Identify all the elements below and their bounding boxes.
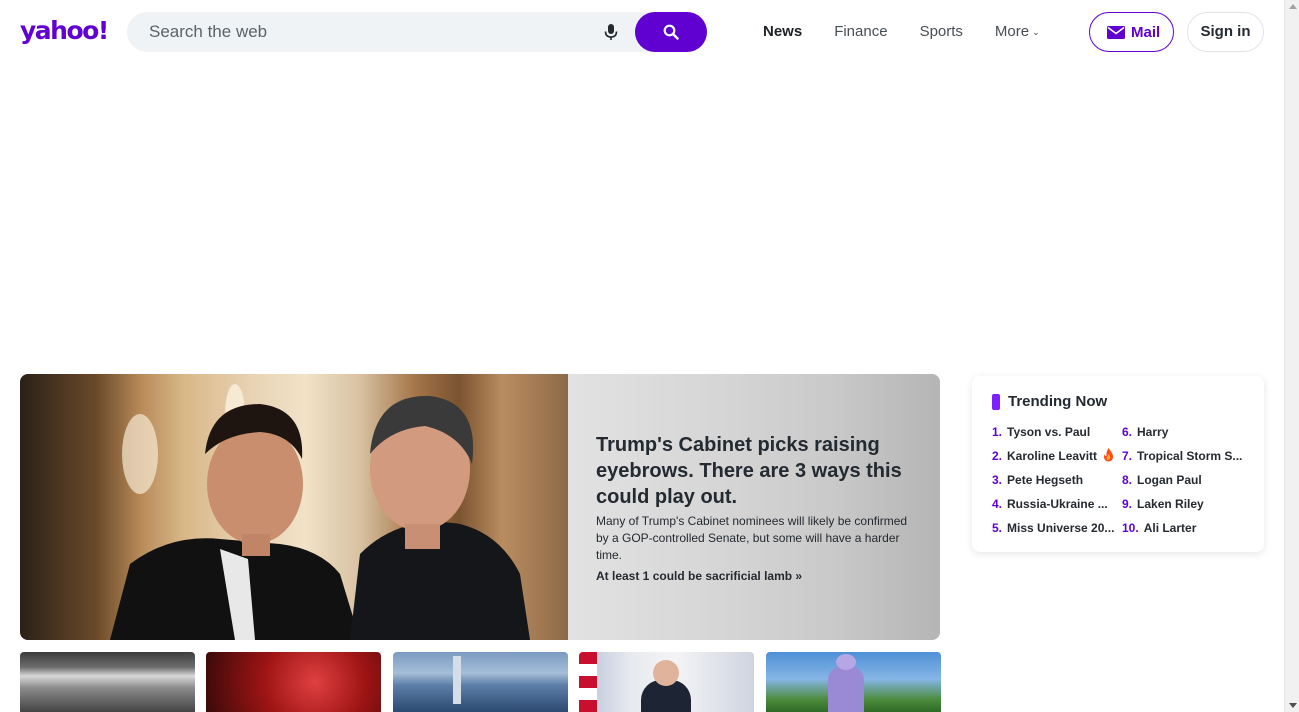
search-box bbox=[127, 12, 707, 52]
trending-label: Karoline Leavitt bbox=[1007, 449, 1098, 463]
trending-item[interactable]: 7. Tropical Storm S... bbox=[1122, 448, 1252, 464]
trending-rank: 9. bbox=[1122, 497, 1133, 511]
mail-button[interactable]: Mail bbox=[1089, 12, 1174, 52]
trending-title: Trending Now bbox=[1008, 393, 1108, 410]
thumbnail-detail bbox=[653, 660, 679, 686]
trending-label: Tyson vs. Paul bbox=[1007, 425, 1091, 439]
story-thumbnail[interactable] bbox=[766, 652, 941, 712]
search-button[interactable] bbox=[635, 12, 707, 52]
thumbnail-detail bbox=[453, 656, 461, 704]
trending-item[interactable]: 3. Pete Hegseth bbox=[992, 472, 1112, 488]
trending-label: Pete Hegseth bbox=[1007, 473, 1084, 487]
trending-rank: 6. bbox=[1122, 425, 1133, 439]
trending-label: Russia-Ukraine ... bbox=[1007, 497, 1108, 511]
hero-summary: Many of Trump's Cabinet nominees will li… bbox=[596, 514, 908, 562]
trending-item[interactable]: 6. Harry bbox=[1122, 424, 1252, 440]
trending-item[interactable]: 10. Ali Larter bbox=[1122, 520, 1252, 536]
trending-item[interactable]: 8. Logan Paul bbox=[1122, 472, 1252, 488]
story-thumbnail[interactable] bbox=[393, 652, 568, 712]
hero-photo-illustration bbox=[110, 384, 530, 640]
trending-label: Miss Universe 20... bbox=[1007, 521, 1115, 535]
trending-label: Tropical Storm S... bbox=[1137, 449, 1243, 463]
fire-icon bbox=[1104, 448, 1114, 462]
microphone-icon[interactable] bbox=[601, 22, 621, 42]
header: yahoo! News Finance Sports More⌄ Mail Si… bbox=[0, 0, 1284, 64]
trending-rank: 1. bbox=[992, 425, 1003, 439]
story-thumbnail[interactable] bbox=[579, 652, 754, 712]
trending-item[interactable]: 5. Miss Universe 20... bbox=[992, 520, 1116, 536]
trending-rank: 3. bbox=[992, 473, 1003, 487]
story-thumbnail[interactable] bbox=[206, 652, 381, 712]
trending-rank: 7. bbox=[1122, 449, 1133, 463]
scroll-up-arrow-icon[interactable] bbox=[1289, 4, 1297, 9]
thumbnail-detail bbox=[828, 666, 864, 712]
trending-item[interactable]: 2. Karoline Leavitt bbox=[992, 448, 1114, 464]
trending-item[interactable]: 1. Tyson vs. Paul bbox=[992, 424, 1112, 440]
trending-rank: 8. bbox=[1122, 473, 1133, 487]
scroll-down-arrow-icon[interactable] bbox=[1289, 703, 1297, 708]
thumbnail-detail bbox=[836, 654, 856, 670]
chevron-down-icon: ⌄ bbox=[1032, 27, 1040, 37]
trending-rank: 4. bbox=[992, 497, 1003, 511]
yahoo-logo[interactable]: yahoo! bbox=[20, 16, 109, 46]
trending-label: Harry bbox=[1137, 425, 1169, 439]
trending-now-panel: Trending Now 1. Tyson vs. Paul 2. Karoline… bbox=[972, 376, 1264, 552]
story-thumbnail[interactable] bbox=[20, 652, 195, 712]
mail-label: Mail bbox=[1131, 24, 1161, 41]
trending-item[interactable]: 4. Russia-Ukraine ... bbox=[992, 496, 1112, 512]
trending-rank: 5. bbox=[992, 521, 1003, 535]
trending-label: Laken Riley bbox=[1137, 497, 1204, 511]
mail-icon bbox=[1107, 26, 1125, 39]
nav-more-label: More bbox=[994, 23, 1030, 40]
sign-in-button[interactable]: Sign in bbox=[1187, 12, 1264, 52]
hero-image bbox=[20, 374, 568, 640]
trending-label: Logan Paul bbox=[1137, 473, 1202, 487]
nav-news[interactable]: News bbox=[763, 20, 802, 44]
top-nav: News Finance Sports More ⌄ bbox=[763, 20, 1072, 44]
scrollbar[interactable] bbox=[1284, 0, 1299, 712]
search-icon bbox=[663, 24, 679, 40]
nav-sports[interactable]: Sports bbox=[920, 20, 963, 44]
nav-more[interactable]: More ⌄ bbox=[995, 20, 1040, 44]
trending-label: Ali Larter bbox=[1143, 521, 1197, 535]
trending-item[interactable]: 9. Laken Riley bbox=[1122, 496, 1252, 512]
hero-link[interactable]: At least 1 could be sacrificial lamb » bbox=[596, 568, 802, 584]
nav-finance[interactable]: Finance bbox=[834, 20, 887, 44]
trending-accent-bar bbox=[992, 394, 1000, 410]
thumbnail-detail bbox=[579, 652, 597, 712]
hero-title[interactable]: Trump's Cabinet picks raising eyebrows. … bbox=[596, 432, 916, 510]
search-input[interactable] bbox=[149, 12, 589, 52]
trending-rank: 10. bbox=[1122, 521, 1139, 535]
trending-rank: 2. bbox=[992, 449, 1003, 463]
